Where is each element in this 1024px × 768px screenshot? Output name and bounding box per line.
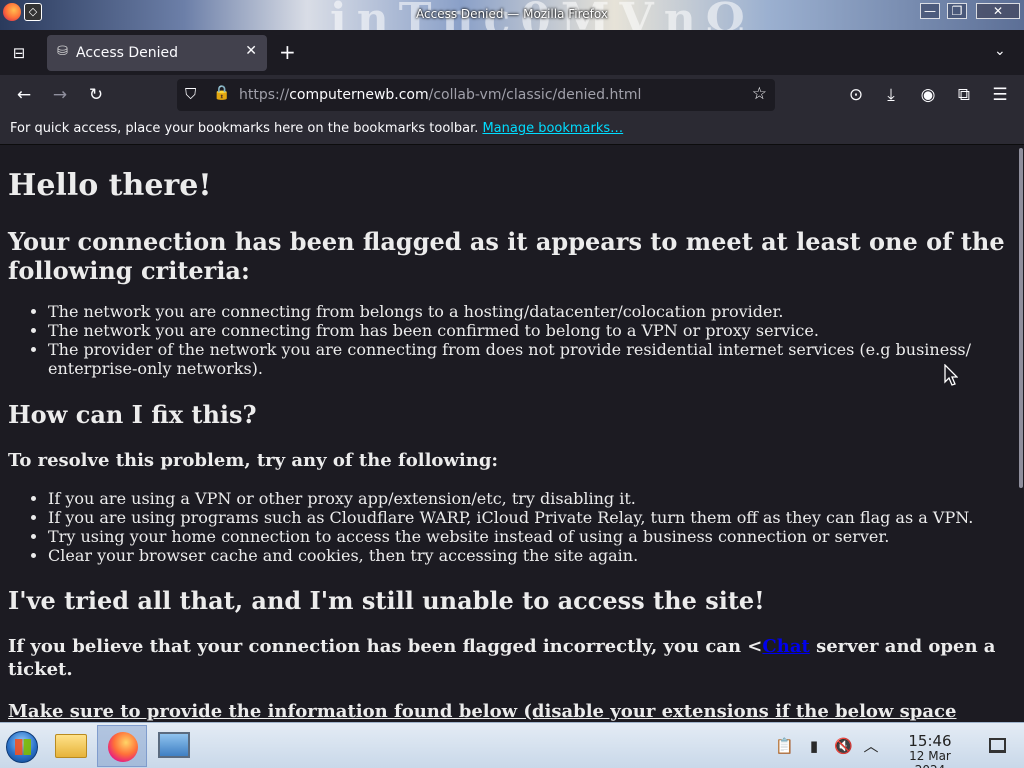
file-manager-button[interactable] [50,725,92,767]
bookmark-star-icon[interactable]: ☆ [752,84,767,104]
minimize-button[interactable]: — [920,3,940,19]
download-icon[interactable]: ⤓ [880,84,902,106]
lock-icon[interactable]: 🔒 [213,85,230,101]
network-app-button[interactable] [153,725,195,767]
monitor-icon [158,732,190,758]
page-scrollbar[interactable] [1018,146,1024,722]
list-all-tabs-icon[interactable]: ⊟ [8,42,30,64]
flagged-heading: Your connection has been flagged as it a… [8,227,1005,285]
bookmarks-hint: For quick access, place your bookmarks h… [10,121,623,136]
url-bar[interactable]: ⛉ 🔒 https://computernewb.com/collab-vm/c… [177,79,775,111]
page-favicon-icon: ⛁ [57,44,68,59]
list-item: If you are using programs such as Cloudf… [48,508,1010,527]
chat-link[interactable]: Chat [762,636,809,657]
reload-button[interactable]: ↻ [85,84,107,106]
forward-button[interactable]: → [49,84,71,106]
contact-paragraph: If you believe that your connection has … [8,635,1010,681]
list-item: If you are using a VPN or other proxy ap… [48,489,1010,508]
url-scheme: https:// [239,87,290,103]
start-menu-button[interactable] [2,725,42,767]
list-item: The network you are connecting from has … [48,321,1010,340]
list-item: The network you are connecting from belo… [48,302,1010,321]
steps-list: If you are using a VPN or other proxy ap… [48,489,1010,565]
folder-icon [55,734,87,758]
list-item: The provider of the network you are conn… [48,340,1010,378]
criteria-list: The network you are connecting from belo… [48,302,1010,378]
clipboard-icon[interactable]: 📋 [775,737,794,755]
bookmarks-toolbar: For quick access, place your bookmarks h… [0,115,1024,145]
new-tab-button[interactable]: + [279,41,296,63]
fix-heading: How can I fix this? [8,400,257,429]
back-button[interactable]: ← [13,84,35,106]
battery-icon[interactable]: ▮ [805,737,823,755]
window-title: Access Denied — Mozilla Firefox [416,7,608,21]
scrollbar-thumb[interactable] [1019,148,1023,488]
tab-strip: ⊟ ⛁ Access Denied ✕ + ⌄ [0,30,1024,75]
page-title: Hello there! [8,168,212,203]
provide-info-paragraph: Make sure to provide the information fou… [8,701,957,722]
shield-icon[interactable]: ⛉ [185,85,196,103]
tab-access-denied[interactable]: ⛁ Access Denied ✕ [47,35,267,71]
show-desktop-icon[interactable] [989,738,1006,753]
window-titlebar[interactable]: inTnc0MVnΩ ◇ Access Denied — Mozilla Fir… [0,0,1024,30]
resolve-heading: To resolve this problem, try any of the … [8,450,499,471]
contact-text-before: If you believe that your connection has … [8,636,763,657]
close-window-button[interactable]: ✕ [976,3,1020,19]
mouse-pointer-icon [944,364,958,386]
maximize-button[interactable]: ❐ [947,3,967,19]
clock-time[interactable]: 15:46 [892,732,968,750]
bookmarks-hint-text: For quick access, place your bookmarks h… [10,121,479,136]
tried-heading: I've tried all that, and I'm still unabl… [8,586,765,615]
close-tab-icon[interactable]: ✕ [245,43,257,59]
page-content: Hello there! Your connection has been fl… [0,146,1018,722]
tab-title: Access Denied [76,45,179,61]
pocket-icon[interactable]: ⊙ [845,84,867,106]
extensions-icon[interactable]: ⧉ [953,84,975,106]
firefox-taskbar-button[interactable] [97,725,147,767]
url-domain: computernewb.com [289,87,429,103]
chevron-down-icon[interactable]: ⌄ [994,43,1006,59]
url-text[interactable]: https://computernewb.com/collab-vm/class… [239,87,641,103]
windows-logo-icon [6,731,38,763]
hamburger-menu-icon[interactable]: ☰ [989,84,1011,106]
navigation-toolbar: ← → ↻ ⛉ 🔒 https://computernewb.com/colla… [0,75,1024,115]
manage-bookmarks-link[interactable]: Manage bookmarks… [482,121,623,136]
list-item: Clear your browser cache and cookies, th… [48,546,1010,565]
taskbar: 📋 ▮ 🔇 ︿ 15:46 12 Mar 2024 [0,722,1024,768]
clock-date[interactable]: 12 Mar 2024 [892,749,968,768]
show-hidden-icons-icon[interactable]: ︿ [862,737,880,755]
account-icon[interactable]: ◉ [917,84,939,106]
list-item: Try using your home connection to access… [48,527,1010,546]
volume-muted-icon[interactable]: 🔇 [834,737,853,755]
url-path: /collab-vm/classic/denied.html [428,87,642,103]
firefox-icon [108,732,138,762]
